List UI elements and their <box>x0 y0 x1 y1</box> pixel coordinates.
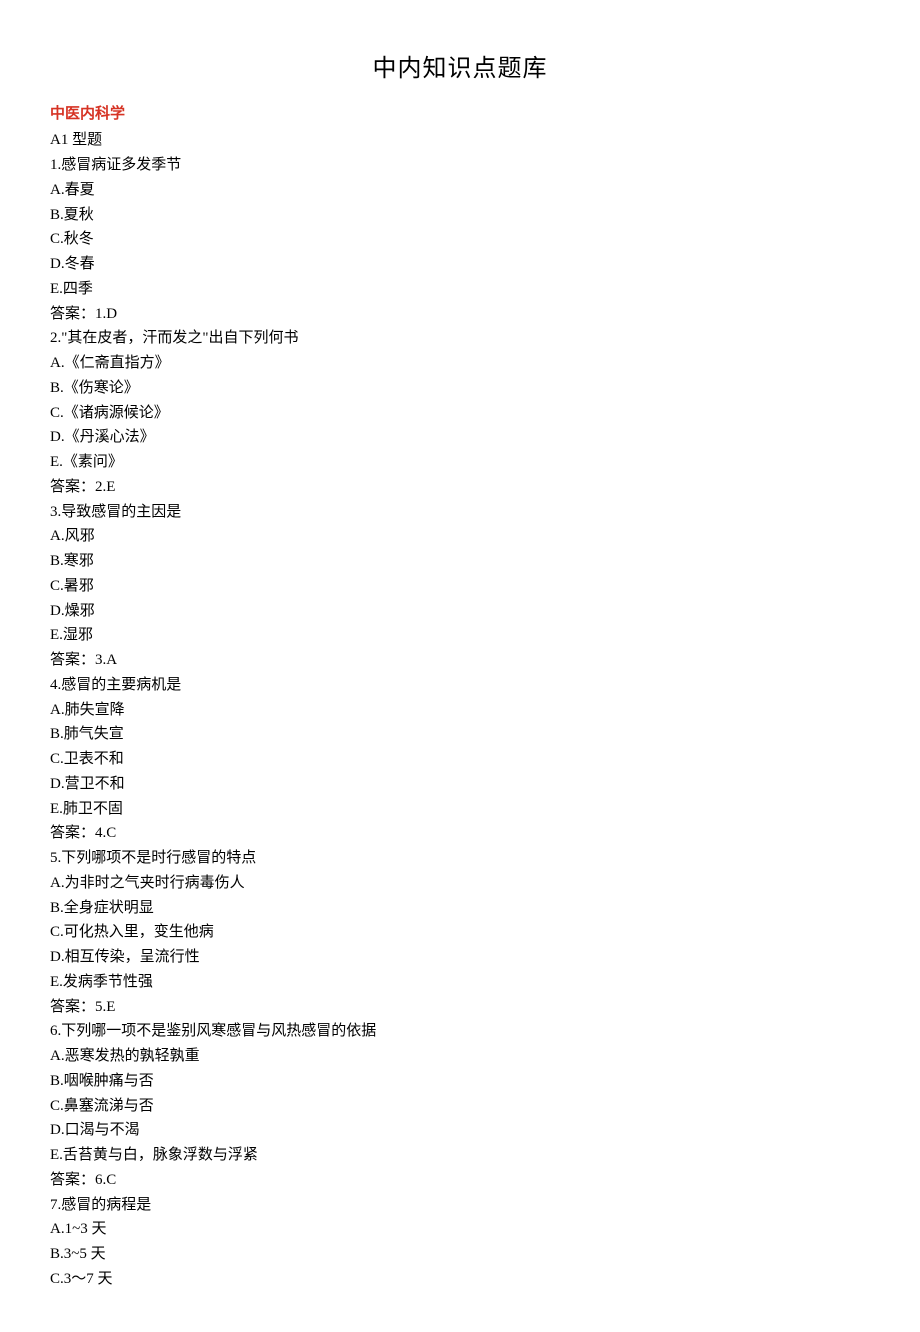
text-line: B.夏秋 <box>50 203 870 228</box>
text-line: A.风邪 <box>50 524 870 549</box>
text-line: C.卫表不和 <box>50 747 870 772</box>
text-line: C.暑邪 <box>50 574 870 599</box>
text-line: E.发病季节性强 <box>50 970 870 995</box>
text-line: 答案：5.E <box>50 995 870 1020</box>
text-line: 2."其在皮者，汗而发之"出自下列何书 <box>50 326 870 351</box>
text-line: 答案：3.A <box>50 648 870 673</box>
text-line: C.秋冬 <box>50 227 870 252</box>
text-line: A.1~3 天 <box>50 1217 870 1242</box>
text-line: 答案：2.E <box>50 475 870 500</box>
text-line: E.湿邪 <box>50 623 870 648</box>
text-line: D.燥邪 <box>50 599 870 624</box>
text-line: E.四季 <box>50 277 870 302</box>
text-line: B.《伤寒论》 <box>50 376 870 401</box>
text-line: A.为非时之气夹时行病毒伤人 <box>50 871 870 896</box>
text-line: E.《素问》 <box>50 450 870 475</box>
text-line: 7.感冒的病程是 <box>50 1193 870 1218</box>
text-line: B.咽喉肿痛与否 <box>50 1069 870 1094</box>
text-line: B.全身症状明显 <box>50 896 870 921</box>
text-line: E.舌苔黄与白，脉象浮数与浮紧 <box>50 1143 870 1168</box>
question-content: A1 型题1.感冒病证多发季节A.春夏B.夏秋C.秋冬D.冬春E.四季答案：1.… <box>50 128 870 1291</box>
text-line: A.恶寒发热的孰轻孰重 <box>50 1044 870 1069</box>
text-line: A.《仁斋直指方》 <box>50 351 870 376</box>
text-line: B.肺气失宣 <box>50 722 870 747</box>
text-line: A.肺失宣降 <box>50 698 870 723</box>
text-line: C.3～7 天 <box>50 1267 870 1292</box>
text-line: 1.感冒病证多发季节 <box>50 153 870 178</box>
text-line: D.口渴与不渴 <box>50 1118 870 1143</box>
text-line: 3.导致感冒的主因是 <box>50 500 870 525</box>
page-title: 中内知识点题库 <box>50 50 870 90</box>
section-header: 中医内科学 <box>50 102 870 127</box>
text-line: E.肺卫不固 <box>50 797 870 822</box>
text-line: C.鼻塞流涕与否 <box>50 1094 870 1119</box>
text-line: 5.下列哪项不是时行感冒的特点 <box>50 846 870 871</box>
text-line: 4.感冒的主要病机是 <box>50 673 870 698</box>
text-line: D.冬春 <box>50 252 870 277</box>
text-line: C.可化热入里，变生他病 <box>50 920 870 945</box>
text-line: D.相互传染，呈流行性 <box>50 945 870 970</box>
text-line: A1 型题 <box>50 128 870 153</box>
text-line: D.营卫不和 <box>50 772 870 797</box>
text-line: A.春夏 <box>50 178 870 203</box>
text-line: 答案：6.C <box>50 1168 870 1193</box>
text-line: 6.下列哪一项不是鉴别风寒感冒与风热感冒的依据 <box>50 1019 870 1044</box>
text-line: B.寒邪 <box>50 549 870 574</box>
text-line: 答案：4.C <box>50 821 870 846</box>
text-line: 答案：1.D <box>50 302 870 327</box>
text-line: B.3~5 天 <box>50 1242 870 1267</box>
text-line: C.《诸病源候论》 <box>50 401 870 426</box>
text-line: D.《丹溪心法》 <box>50 425 870 450</box>
